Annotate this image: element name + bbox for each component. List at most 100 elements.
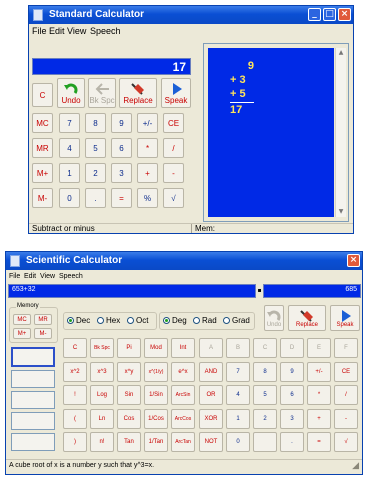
digit-8-button[interactable]: 8 bbox=[85, 113, 106, 133]
digit-5-button[interactable]: 5 bbox=[85, 138, 106, 158]
key-r1-c1-button[interactable]: x^3 bbox=[90, 362, 114, 382]
percent-button[interactable]: % bbox=[137, 188, 158, 208]
memory-slot[interactable] bbox=[11, 412, 55, 430]
scroll-down-arrow-icon[interactable]: ▼ bbox=[337, 208, 345, 216]
key-r1-c8-button[interactable]: 9 bbox=[280, 362, 304, 382]
expression-display[interactable]: 653+32 bbox=[8, 284, 256, 298]
key-r3-c0-button[interactable]: ( bbox=[63, 409, 87, 429]
key-r2-c0-button[interactable]: ! bbox=[63, 385, 87, 405]
speak-button[interactable]: Speak bbox=[161, 78, 191, 108]
key-r3-c5-button[interactable]: XOR bbox=[199, 409, 223, 429]
radix-oct-radio[interactable]: Oct bbox=[127, 316, 148, 325]
key-r3-c7-button[interactable]: 2 bbox=[253, 409, 277, 429]
resize-grip-icon[interactable]: ◢ bbox=[352, 461, 359, 471]
memory-add-button[interactable]: M+ bbox=[32, 163, 53, 183]
digit-4-button[interactable]: 4 bbox=[59, 138, 80, 158]
radix-hex-radio[interactable]: Hex bbox=[97, 316, 120, 325]
key-r1-c2-button[interactable]: x^y bbox=[117, 362, 141, 382]
title-bar[interactable]: Standard Calculator _ □ × bbox=[29, 6, 353, 24]
key-r1-c10-button[interactable]: CE bbox=[334, 362, 358, 382]
key-r4-c10-button[interactable]: √ bbox=[334, 432, 358, 452]
key-r2-c5-button[interactable]: OR bbox=[199, 385, 223, 405]
digit-9-button[interactable]: 9 bbox=[111, 113, 132, 133]
menu-speech[interactable]: Speech bbox=[90, 24, 121, 38]
key-r0-c8-button[interactable]: D bbox=[280, 338, 304, 358]
memory-slot[interactable] bbox=[11, 347, 55, 367]
key-r0-c7-button[interactable]: C bbox=[253, 338, 277, 358]
title-bar[interactable]: Scientific Calculator × bbox=[6, 252, 362, 270]
key-r4-c6-button[interactable]: 0 bbox=[226, 432, 250, 452]
menu-edit[interactable]: Edit bbox=[49, 24, 65, 38]
key-r2-c3-button[interactable]: 1/Sin bbox=[144, 385, 168, 405]
key-r2-c4-button[interactable]: ArcSin bbox=[171, 385, 195, 405]
menu-file[interactable]: File bbox=[9, 270, 20, 284]
memory-subtract-button[interactable]: M- bbox=[32, 188, 53, 208]
digit-7-button[interactable]: 7 bbox=[59, 113, 80, 133]
key-r0-c1-button[interactable]: Bk Spc bbox=[90, 338, 114, 358]
key-r2-c1-button[interactable]: Log bbox=[90, 385, 114, 405]
key-r4-c7-button[interactable] bbox=[253, 432, 277, 452]
key-r4-c9-button[interactable]: = bbox=[307, 432, 331, 452]
memory-clear-button[interactable]: MC bbox=[13, 314, 31, 325]
angle-rad-radio[interactable]: Rad bbox=[193, 316, 217, 325]
key-r3-c1-button[interactable]: Ln bbox=[90, 409, 114, 429]
clear-button[interactable]: C bbox=[32, 83, 53, 107]
memory-slot[interactable] bbox=[11, 391, 55, 409]
memory-slot[interactable] bbox=[11, 370, 55, 388]
key-r1-c7-button[interactable]: 8 bbox=[253, 362, 277, 382]
key-r4-c4-button[interactable]: ArcTan bbox=[171, 432, 195, 452]
decimal-point-button[interactable]: . bbox=[85, 188, 106, 208]
key-r2-c6-button[interactable]: 4 bbox=[226, 385, 250, 405]
memory-add-button[interactable]: M+ bbox=[13, 328, 31, 339]
key-r0-c5-button[interactable]: A bbox=[199, 338, 223, 358]
key-r1-c6-button[interactable]: 7 bbox=[226, 362, 250, 382]
menu-view[interactable]: View bbox=[67, 24, 86, 38]
digit-1-button[interactable]: 1 bbox=[59, 163, 80, 183]
undo-button[interactable]: Undo bbox=[264, 305, 284, 331]
tape-scrollbar[interactable]: ▲ ▼ bbox=[335, 48, 346, 217]
key-r0-c6-button[interactable]: B bbox=[226, 338, 250, 358]
backspace-button[interactable]: Bk Spc bbox=[88, 78, 116, 108]
key-r4-c5-button[interactable]: NOT bbox=[199, 432, 223, 452]
tape-display[interactable]: 9 + 3 + 5 17 bbox=[208, 48, 334, 217]
menu-file[interactable]: File bbox=[32, 24, 47, 38]
key-r1-c5-button[interactable]: AND bbox=[199, 362, 223, 382]
key-r4-c2-button[interactable]: Tan bbox=[117, 432, 141, 452]
key-r0-c3-button[interactable]: Mod bbox=[144, 338, 168, 358]
key-r3-c3-button[interactable]: 1/Cos bbox=[144, 409, 168, 429]
key-r1-c3-button[interactable]: x^(1/y) bbox=[144, 362, 168, 382]
key-r4-c1-button[interactable]: n! bbox=[90, 432, 114, 452]
key-r1-c4-button[interactable]: e^x bbox=[171, 362, 195, 382]
key-r1-c9-button[interactable]: +/- bbox=[307, 362, 331, 382]
key-r4-c8-button[interactable]: . bbox=[280, 432, 304, 452]
key-r0-c10-button[interactable]: F bbox=[334, 338, 358, 358]
equals-button[interactable]: = bbox=[111, 188, 132, 208]
memory-recall-button[interactable]: MR bbox=[34, 314, 52, 325]
key-r3-c4-button[interactable]: ArcCos bbox=[171, 409, 195, 429]
key-r4-c3-button[interactable]: 1/Tan bbox=[144, 432, 168, 452]
memory-slot[interactable] bbox=[11, 433, 55, 451]
key-r3-c10-button[interactable]: - bbox=[334, 409, 358, 429]
minimize-button[interactable]: _ bbox=[308, 8, 321, 21]
digit-2-button[interactable]: 2 bbox=[85, 163, 106, 183]
angle-deg-radio[interactable]: Deg bbox=[163, 316, 187, 325]
divide-button[interactable]: / bbox=[163, 138, 184, 158]
menu-edit[interactable]: Edit bbox=[24, 270, 36, 284]
key-r2-c2-button[interactable]: Sin bbox=[117, 385, 141, 405]
key-r0-c4-button[interactable]: Int bbox=[171, 338, 195, 358]
display-splitter[interactable]: ▪ bbox=[257, 284, 262, 298]
memory-clear-button[interactable]: MC bbox=[32, 113, 53, 133]
replace-button[interactable]: Replace bbox=[119, 78, 157, 108]
memory-subtract-button[interactable]: M- bbox=[34, 328, 52, 339]
add-button[interactable]: + bbox=[137, 163, 158, 183]
key-r3-c8-button[interactable]: 3 bbox=[280, 409, 304, 429]
key-r0-c2-button[interactable]: Pi bbox=[117, 338, 141, 358]
close-button[interactable]: × bbox=[347, 254, 360, 267]
key-r0-c0-button[interactable]: C bbox=[63, 338, 87, 358]
clear-entry-button[interactable]: CE bbox=[163, 113, 184, 133]
scroll-up-arrow-icon[interactable]: ▲ bbox=[337, 49, 345, 57]
menu-view[interactable]: View bbox=[40, 270, 55, 284]
key-r1-c0-button[interactable]: x^2 bbox=[63, 362, 87, 382]
key-r0-c9-button[interactable]: E bbox=[307, 338, 331, 358]
multiply-button[interactable]: * bbox=[137, 138, 158, 158]
